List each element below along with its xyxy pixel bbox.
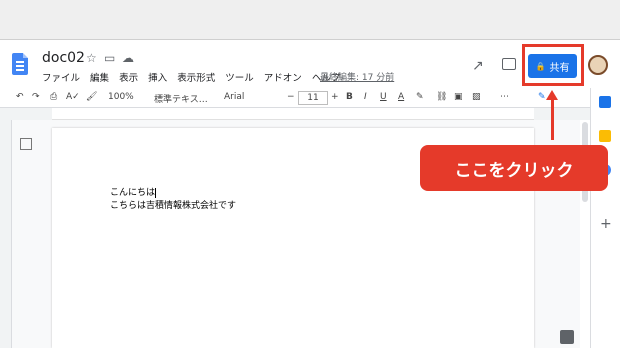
undo-icon[interactable]: ↶ — [16, 92, 24, 102]
move-folder-icon[interactable]: ▭ — [104, 51, 115, 65]
last-edit-link[interactable]: 最終編集: 17 分前 — [320, 70, 394, 83]
add-comment-icon[interactable]: ▣ — [454, 92, 463, 102]
underline-button[interactable]: U — [380, 92, 387, 102]
cloud-status-icon: ☁ — [122, 51, 134, 65]
share-button[interactable]: 🔒 共有 — [528, 54, 577, 78]
menu-edit[interactable]: 編集 — [90, 73, 109, 84]
highlight-icon[interactable]: ✎ — [416, 92, 424, 102]
bold-button[interactable]: B — [346, 92, 353, 102]
link-icon[interactable]: ⛓ — [436, 92, 447, 102]
editing-mode-icon[interactable]: ✎ — [538, 92, 546, 102]
zoom-select[interactable]: 100% — [108, 92, 134, 102]
callout-arrow-head — [546, 90, 558, 100]
menu-view[interactable]: 表示 — [119, 73, 138, 84]
menu-insert[interactable]: 挿入 — [148, 73, 167, 84]
body-text-line-2[interactable]: こちらは吉積情報株式会社です — [110, 198, 236, 211]
keep-icon[interactable] — [599, 130, 611, 142]
more-options-icon[interactable]: ⋯ — [500, 92, 509, 102]
italic-button[interactable]: I — [364, 92, 367, 102]
docs-logo-icon[interactable] — [12, 53, 28, 75]
font-size-increase-button[interactable]: + — [331, 92, 339, 102]
menu-tools[interactable]: ツール — [225, 73, 254, 84]
menu-bar: ファイル 編集 表示 挿入 表示形式 ツール アドオン ヘルプ — [42, 70, 347, 84]
text-cursor — [155, 187, 157, 198]
body-text-line-1[interactable]: こんにちは — [110, 185, 157, 198]
avatar[interactable] — [588, 55, 608, 75]
horizontal-ruler[interactable] — [52, 108, 534, 120]
document-title[interactable]: doc02 — [42, 50, 85, 66]
click-here-callout: ここをクリック — [420, 145, 608, 191]
share-label: 共有 — [549, 62, 570, 74]
menu-format[interactable]: 表示形式 — [177, 73, 215, 84]
add-addon-icon[interactable]: + — [600, 216, 612, 232]
side-panel: + — [590, 88, 620, 348]
browser-top-bar — [0, 0, 620, 40]
document-outline-icon[interactable] — [20, 138, 32, 150]
activity-trend-icon[interactable]: ↗ — [472, 58, 484, 74]
redo-icon[interactable]: ↷ — [32, 92, 40, 102]
callout-arrow — [551, 98, 554, 140]
style-select[interactable]: 標準テキス… — [154, 92, 208, 105]
formatting-toolbar: ↶ ↷ ⎙ A✓ 🖌 100% 標準テキス… Arial − 11 + B I … — [0, 88, 620, 108]
menu-file[interactable]: ファイル — [42, 73, 80, 84]
print-icon[interactable]: ⎙ — [50, 92, 57, 102]
text-color-button[interactable]: A — [398, 92, 404, 102]
comment-history-icon[interactable] — [502, 58, 516, 70]
insert-image-icon[interactable]: ▨ — [472, 92, 481, 102]
menu-addons[interactable]: アドオン — [264, 73, 302, 84]
font-select[interactable]: Arial — [224, 92, 244, 102]
paint-format-icon[interactable]: 🖌 — [86, 92, 97, 102]
calendar-icon[interactable] — [599, 96, 611, 108]
font-size-decrease-button[interactable]: − — [287, 92, 295, 102]
vertical-ruler[interactable] — [0, 120, 12, 348]
spellcheck-icon[interactable]: A✓ — [66, 92, 80, 102]
lock-icon: 🔒 — [535, 61, 546, 71]
star-icon[interactable]: ☆ — [86, 51, 97, 65]
explore-icon[interactable] — [560, 330, 574, 344]
font-size-input[interactable]: 11 — [298, 91, 328, 105]
